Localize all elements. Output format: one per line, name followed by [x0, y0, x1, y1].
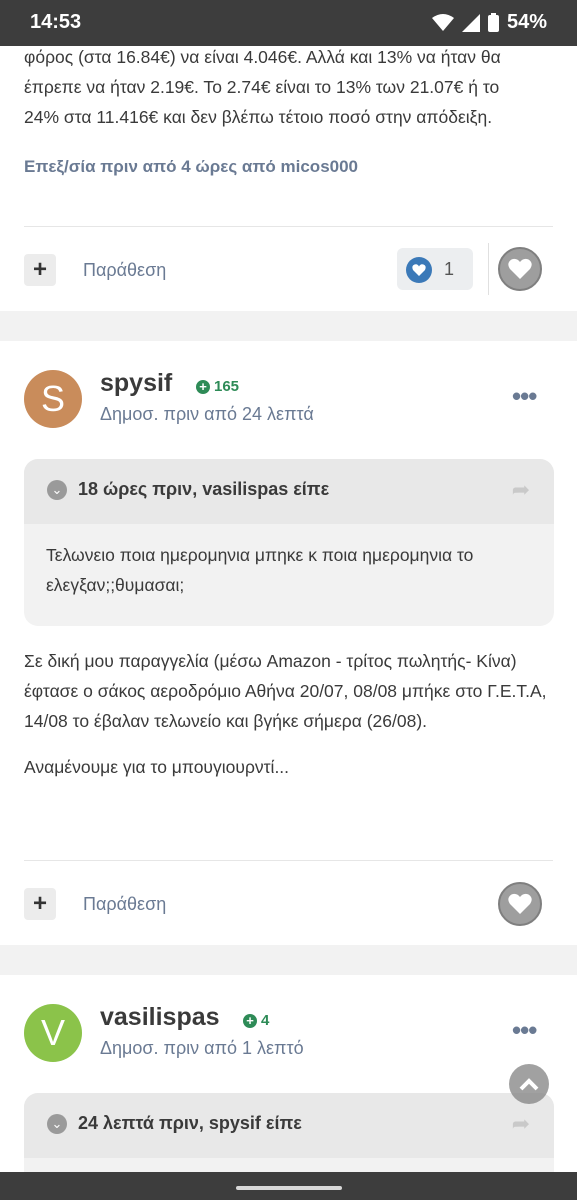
quote-header[interactable]: ⌄ 24 λεπτά πριν, spysif είπε ➦	[24, 1093, 554, 1158]
like-button[interactable]	[498, 882, 542, 926]
heart-icon	[508, 893, 532, 914]
username[interactable]: spysif	[100, 369, 172, 398]
reputation-count: 4	[261, 1012, 270, 1029]
status-time: 14:53	[30, 11, 82, 33]
reaction-summary[interactable]	[397, 248, 473, 290]
more-options-icon[interactable]: •••	[512, 381, 537, 412]
share-icon[interactable]: ➦	[512, 1111, 530, 1137]
home-gesture-handle[interactable]	[236, 1186, 342, 1190]
wifi-icon	[431, 13, 454, 31]
post-card: V vasilispas + 4 Δημοσ. πριν από 1 λεπτό…	[0, 975, 577, 1172]
divider	[488, 243, 489, 295]
battery-percent: 54%	[506, 11, 547, 33]
plus-circle-icon: +	[243, 1013, 257, 1028]
chevron-down-icon[interactable]: ⌄	[47, 1114, 67, 1134]
avatar[interactable]: S	[24, 370, 82, 428]
chevron-down-icon[interactable]: ⌄	[47, 480, 67, 500]
quote-header[interactable]: ⌄ 18 ώρες πριν, vasilispas είπε ➦	[24, 459, 554, 524]
post-date[interactable]: Δημοσ. πριν από 24 λεπτά	[100, 404, 314, 425]
quote-block: ⌄ 24 λεπτά πριν, spysif είπε ➦	[24, 1093, 554, 1172]
chevron-up-icon	[519, 1078, 539, 1091]
edited-note: Επεξ/σία πριν από 4 ώρες από micos000	[24, 157, 359, 176]
post-date[interactable]: Δημοσ. πριν από 1 λεπτό	[100, 1038, 304, 1059]
post-paragraph: Αναμένουμε για το μπουγιουρντί...	[24, 757, 290, 777]
reputation-badge: + 165	[196, 378, 239, 395]
scroll-to-top-button[interactable]	[509, 1064, 549, 1104]
post-text-line: φόρος (στα 16.84€) να είναι 4.046€. Αλλά…	[24, 47, 501, 67]
post-card: φόρος (στα 16.84€) να είναι 4.046€. Αλλά…	[0, 46, 577, 311]
share-icon[interactable]: ➦	[512, 477, 530, 503]
divider	[24, 226, 553, 227]
multiquote-button[interactable]: +	[24, 888, 56, 920]
post-card: S spysif + 165 Δημοσ. πριν από 24 λεπτά …	[0, 341, 577, 945]
divider	[24, 860, 553, 861]
post-text-line: έπρεπε να ήταν 2.19€. Το 2.74€ είναι το …	[24, 77, 500, 97]
reputation-count: 165	[214, 378, 240, 395]
plus-circle-icon: +	[196, 379, 210, 394]
username[interactable]: vasilispas	[100, 1003, 220, 1032]
post-paragraph: Σε δική μου παραγγελία (μέσω Amazon - τρ…	[24, 651, 547, 731]
like-button[interactable]	[498, 247, 542, 291]
post-body: Σε δική μου παραγγελία (μέσω Amazon - τρ…	[0, 646, 577, 782]
post-body: φόρος (στα 16.84€) να είναι 4.046€. Αλλά…	[0, 42, 525, 132]
like-reaction-icon	[406, 257, 432, 283]
status-icons: 54%	[431, 11, 547, 34]
avatar[interactable]: V	[24, 1004, 82, 1062]
quote-title: 18 ώρες πριν, vasilispas είπε	[78, 479, 330, 499]
system-navigation-bar	[0, 1172, 577, 1200]
quote-text: Τελωνειο ποια ημερομηνια μπηκε κ ποια ημ…	[46, 545, 474, 595]
reaction-count: 1	[444, 259, 455, 279]
heart-icon	[508, 258, 532, 279]
multiquote-button[interactable]: +	[24, 254, 56, 286]
quote-title: 24 λεπτά πριν, spysif είπε	[78, 1113, 302, 1133]
quote-button[interactable]: Παράθεση	[83, 260, 166, 281]
signal-icon	[461, 13, 480, 32]
quote-button[interactable]: Παράθεση	[83, 894, 166, 915]
post-text-line: 24% στα 11.416€ και δεν βλέπω τέτοιο ποσ…	[24, 107, 493, 127]
status-bar: 14:53 54%	[0, 0, 577, 46]
quote-block: ⌄ 18 ώρες πριν, vasilispas είπε ➦ Τελωνε…	[24, 459, 554, 626]
more-options-icon[interactable]: •••	[512, 1015, 537, 1046]
reputation-badge: + 4	[243, 1012, 269, 1029]
battery-icon	[487, 13, 499, 32]
